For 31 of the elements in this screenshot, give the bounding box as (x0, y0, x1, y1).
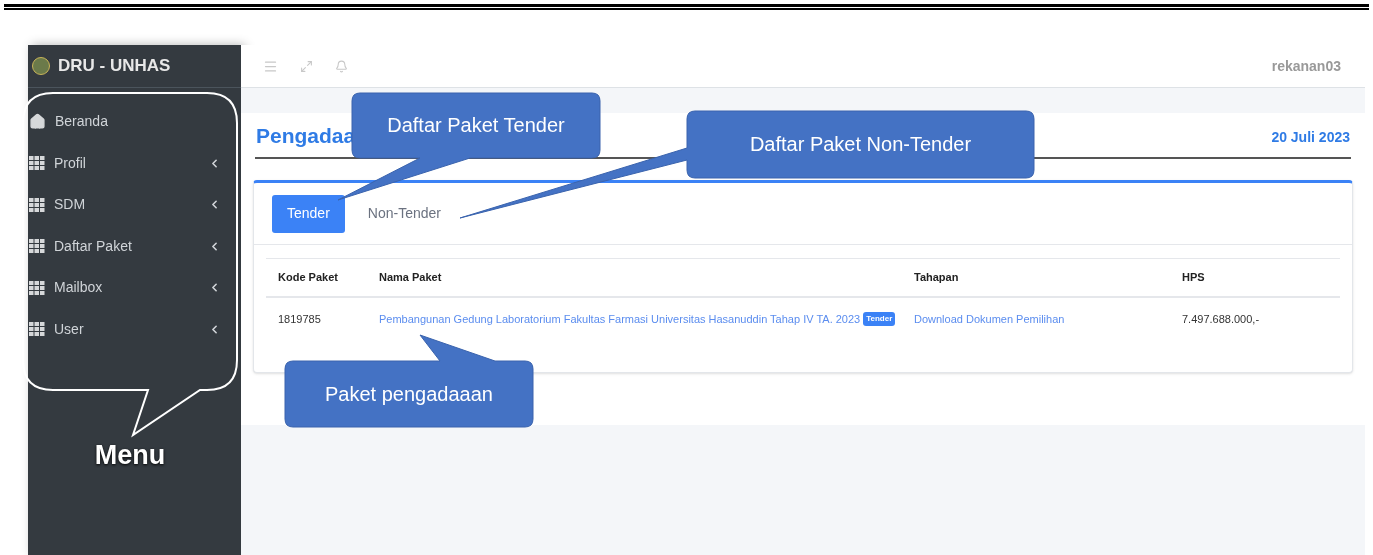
callout-label: Paket pengadaaan (324, 382, 494, 407)
grid-icon (29, 197, 45, 212)
bell-icon[interactable] (335, 59, 348, 73)
tab[interactable]: Non-Tender (352, 194, 456, 233)
home-icon (29, 113, 46, 131)
page-date: 20 Juli 2023 (1271, 128, 1350, 147)
table-cell-text: 7.497.688.000,- (1181, 311, 1260, 327)
brand-name[interactable]: DRU - UNHAS (58, 53, 171, 79)
sidebar-item[interactable]: SDM (28, 184, 241, 226)
column-header: Tahapan (913, 270, 959, 286)
callout-label: Daftar Paket Tender (386, 113, 566, 138)
tab[interactable]: Tender (272, 194, 345, 233)
callout-label: Daftar Paket Non-Tender (748, 132, 973, 157)
column-header: HPS (1181, 270, 1205, 286)
column-header: Kode Paket (277, 270, 338, 286)
grid-icon (29, 322, 45, 337)
sidebar-item[interactable]: Beranda (28, 101, 241, 143)
logo-icon (32, 57, 50, 75)
table-cell-text: 1819785 (277, 311, 321, 327)
expand-icon[interactable] (300, 59, 313, 73)
sidebar-item[interactable]: Profil (28, 142, 241, 184)
column-header: Nama Paket (378, 270, 442, 286)
grid-icon (29, 280, 45, 295)
menu-icon[interactable] (263, 58, 278, 74)
sidebar-item[interactable]: Mailbox (28, 267, 241, 309)
grid-icon (29, 239, 45, 254)
callout-label: Menu (93, 438, 167, 472)
sidebar-item[interactable]: User (28, 308, 241, 350)
status-badge: Tender (863, 312, 896, 326)
sidebar-item[interactable]: Daftar Paket (28, 225, 241, 267)
grid-icon (29, 156, 45, 171)
